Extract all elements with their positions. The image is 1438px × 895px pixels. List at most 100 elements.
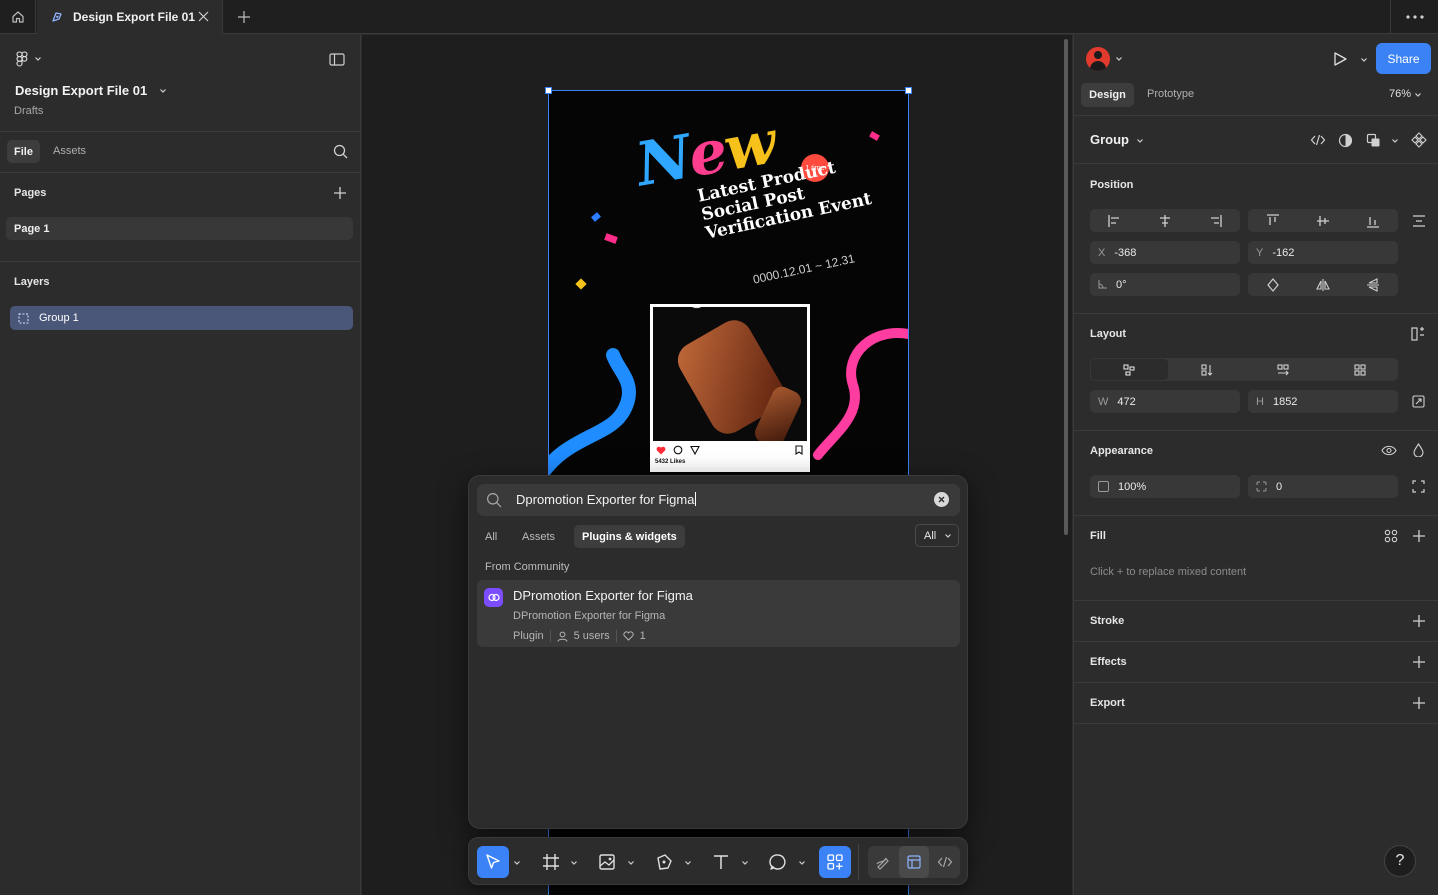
image-tool[interactable]	[591, 846, 623, 878]
layout-grid-button[interactable]	[1322, 358, 1399, 381]
corner-radius-field[interactable]: 0	[1248, 475, 1398, 498]
help-button[interactable]: ?	[1384, 845, 1416, 877]
tab-assets[interactable]: Assets	[53, 145, 86, 157]
align-right-button[interactable]	[1190, 209, 1240, 232]
width-field[interactable]: W 472	[1090, 390, 1240, 413]
opacity-field[interactable]: 100%	[1090, 475, 1240, 498]
tab-design[interactable]: Design	[1081, 83, 1134, 107]
avatar	[1086, 47, 1110, 71]
resize-handle[interactable]	[905, 87, 912, 94]
text-tool[interactable]	[705, 846, 737, 878]
zoom-level[interactable]: 76%	[1389, 88, 1411, 100]
auto-layout-icon[interactable]	[1411, 327, 1425, 341]
filter-dropdown[interactable]: All	[915, 524, 959, 547]
panel-toggle-icon[interactable]	[329, 53, 345, 66]
y-position-field[interactable]: Y -162	[1248, 241, 1398, 264]
search-result-item[interactable]: DPromotion Exporter for Figma DPromotion…	[477, 580, 960, 647]
product-card: 5432 Likes	[650, 304, 810, 472]
independent-corners-icon[interactable]	[1412, 480, 1425, 493]
close-tab-icon[interactable]	[197, 10, 210, 23]
new-tab-icon[interactable]	[235, 8, 253, 26]
code-icon[interactable]	[1310, 133, 1326, 147]
align-bottom-button[interactable]	[1348, 209, 1398, 232]
freeform-icon	[1123, 363, 1135, 376]
rotate-button[interactable]	[1248, 273, 1298, 296]
move-tool[interactable]	[477, 846, 509, 878]
align-middle-icon	[1317, 215, 1329, 226]
mask-icon[interactable]	[1338, 133, 1353, 148]
frame-tool[interactable]	[535, 846, 567, 878]
rotation-field[interactable]: 0°	[1090, 273, 1240, 296]
component-icon[interactable]	[1411, 132, 1427, 148]
align-center-h-button[interactable]	[1140, 209, 1190, 232]
styles-icon[interactable]	[1384, 529, 1398, 543]
add-fill-icon[interactable]	[1412, 529, 1426, 543]
layer-item-group-1[interactable]: Group 1	[10, 306, 353, 330]
post-likes: 5432 Likes	[655, 459, 686, 465]
user-menu[interactable]	[1086, 47, 1123, 71]
draw-mode-button[interactable]	[868, 846, 898, 878]
clear-search-button[interactable]	[934, 492, 949, 507]
layout-freeform-button[interactable]	[1091, 359, 1168, 380]
search-input[interactable]: Dpromotion Exporter for Figma	[477, 484, 960, 516]
dev-mode-button[interactable]	[930, 846, 960, 878]
blend-mode-icon[interactable]	[1413, 443, 1424, 457]
add-effect-icon[interactable]	[1412, 655, 1426, 669]
chevron-down-icon[interactable]	[1414, 92, 1422, 98]
chevron-down-icon[interactable]	[1360, 57, 1368, 63]
main-menu-button[interactable]	[16, 51, 42, 67]
file-location[interactable]: Drafts	[14, 105, 43, 117]
chevron-down-icon[interactable]	[1136, 138, 1144, 144]
search-icon[interactable]	[333, 144, 348, 159]
chevron-down-icon[interactable]	[570, 860, 578, 866]
layout-horizontal-button[interactable]	[1245, 358, 1322, 381]
play-icon[interactable]	[1332, 51, 1348, 67]
chevron-down-icon[interactable]	[741, 860, 749, 866]
more-icon	[1405, 15, 1424, 19]
align-left-button[interactable]	[1090, 209, 1140, 232]
chevron-down-icon[interactable]	[513, 860, 521, 866]
search-query: Dpromotion Exporter for Figma	[516, 492, 695, 507]
file-menu-chevron-icon[interactable]	[159, 88, 167, 94]
resize-handle[interactable]	[545, 87, 552, 94]
page-item[interactable]: Page 1	[6, 217, 353, 240]
share-button[interactable]: Share	[1376, 43, 1431, 74]
pen-tool[interactable]	[648, 846, 680, 878]
divider	[0, 172, 360, 173]
distribute-icon[interactable]	[1412, 215, 1426, 227]
filter-tab-plugins[interactable]: Plugins & widgets	[574, 525, 685, 548]
add-export-icon[interactable]	[1412, 696, 1426, 710]
file-name[interactable]: Design Export File 01	[15, 83, 147, 98]
add-page-icon[interactable]	[333, 186, 347, 200]
chevron-down-icon[interactable]	[684, 860, 692, 866]
filter-tab-assets[interactable]: Assets	[522, 525, 555, 548]
filter-tab-all[interactable]: All	[485, 525, 497, 548]
home-button[interactable]	[0, 0, 36, 34]
add-stroke-icon[interactable]	[1412, 614, 1426, 628]
tab-prototype[interactable]: Prototype	[1147, 88, 1194, 100]
more-options-button[interactable]	[1390, 0, 1438, 34]
align-top-button[interactable]	[1248, 209, 1298, 232]
x-position-field[interactable]: X -368	[1090, 241, 1240, 264]
flip-horizontal-button[interactable]	[1298, 273, 1348, 296]
tab-file[interactable]: File	[7, 140, 40, 163]
design-mode-button[interactable]	[899, 846, 929, 878]
actions-tool[interactable]	[819, 846, 851, 878]
canvas-scrollbar[interactable]	[1064, 39, 1068, 535]
eye-icon[interactable]	[1381, 445, 1397, 456]
selection-name[interactable]: Group	[1090, 132, 1129, 147]
chevron-down-icon[interactable]	[798, 860, 806, 866]
draw-icon	[876, 857, 889, 870]
boolean-icon[interactable]	[1366, 133, 1381, 148]
comment-tool[interactable]	[762, 846, 794, 878]
flip-vertical-button[interactable]	[1348, 273, 1398, 296]
chevron-down-icon[interactable]	[627, 860, 635, 866]
layout-vertical-button[interactable]	[1169, 358, 1246, 381]
align-middle-button[interactable]	[1298, 209, 1348, 232]
constrain-proportions-icon[interactable]	[1412, 395, 1425, 408]
file-tab[interactable]: Design Export File 01	[37, 0, 223, 34]
group-layer-icon	[18, 313, 29, 323]
meta-divider	[615, 630, 617, 642]
height-field[interactable]: H 1852	[1248, 390, 1398, 413]
chevron-down-icon[interactable]	[1391, 138, 1399, 144]
